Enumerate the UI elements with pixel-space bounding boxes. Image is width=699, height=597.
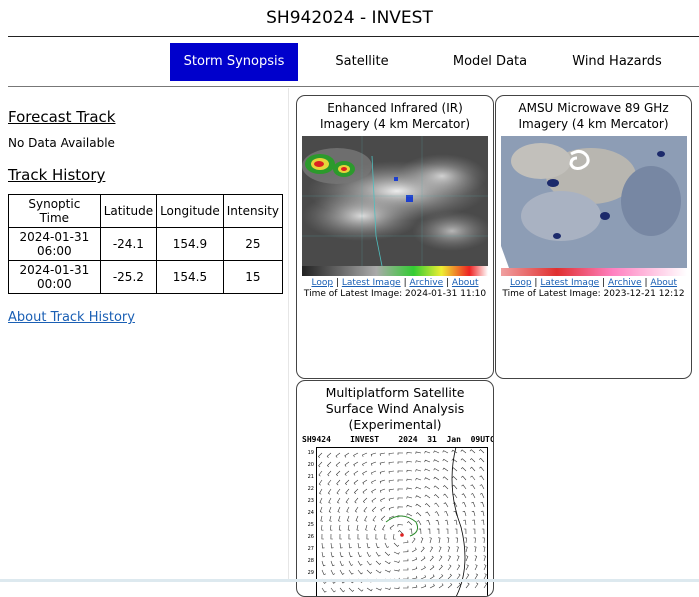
ir-loop-link[interactable]: Loop (311, 278, 333, 288)
table-cell: -25.2 (99, 260, 158, 294)
nav-tabs: Storm Synopsis Satellite Model Data Wind… (0, 43, 699, 81)
track-history-heading: Track History (8, 166, 106, 184)
tab-model-data[interactable]: Model Data (445, 43, 535, 81)
mw-latest-time: Time of Latest Image: 2023-12-21 12:12 (502, 289, 685, 299)
table-row: 2024-01-31 06:00 -24.1 154.9 25 (8, 227, 284, 261)
microwave-satellite-image[interactable] (500, 136, 687, 276)
column-divider (288, 88, 289, 582)
tab-wind-hazards[interactable]: Wind Hazards (568, 43, 666, 81)
y-tick: 24 (307, 510, 314, 516)
page-title: SH942024 - INVEST (266, 8, 433, 28)
header-divider (8, 36, 699, 37)
column-header: Intensity (222, 194, 284, 228)
table-cell: 2024-01-31 06:00 (8, 227, 101, 261)
ir-imagery-card: Enhanced Infrared (IR) Imagery (4 km Mer… (296, 95, 494, 379)
y-tick: 25 (307, 522, 314, 528)
table-cell: 2024-01-31 00:00 (8, 260, 101, 294)
table-cell: 154.9 (156, 227, 224, 261)
table-cell: 25 (222, 227, 284, 261)
tab-satellite[interactable]: Satellite (320, 43, 404, 81)
column-header: Longitude (156, 194, 224, 228)
wind-plot-header: SH9424 INVEST 2024 31 Jan 09UTC (302, 435, 494, 444)
table-row: 2024-01-31 00:00 -25.2 154.5 15 (8, 260, 284, 294)
wind-analysis-image[interactable]: SH9424 INVEST 2024 31 Jan 09UTC 19 20 21… (302, 435, 494, 596)
mw-links: Loop | Latest Image | Archive | About (509, 278, 678, 288)
wind-card-title: Multiplatform Satellite Surface Wind Ana… (325, 385, 465, 432)
tab-storm-synopsis[interactable]: Storm Synopsis (170, 43, 298, 81)
mw-card-title: AMSU Microwave 89 GHz Imagery (4 km Merc… (518, 101, 669, 131)
column-header: Synoptic Time (8, 194, 101, 228)
y-tick: 29 (307, 570, 314, 576)
ir-latest-image-link[interactable]: Latest Image (342, 278, 401, 288)
ir-card-title: Enhanced Infrared (IR) Imagery (4 km Mer… (319, 101, 471, 131)
y-tick: 27 (307, 546, 314, 552)
ir-about-link[interactable]: About (452, 278, 479, 288)
y-tick: 21 (307, 474, 314, 480)
ir-links: Loop | Latest Image | Archive | About (311, 278, 479, 288)
mw-about-link[interactable]: About (650, 278, 677, 288)
y-tick: 26 (307, 534, 314, 540)
column-header: Latitude (99, 194, 158, 228)
y-tick: 19 (307, 450, 314, 456)
y-tick: 20 (307, 462, 314, 468)
mw-latest-image-link[interactable]: Latest Image (540, 278, 599, 288)
wind-analysis-card: Multiplatform Satellite Surface Wind Ana… (296, 380, 494, 597)
table-cell: 154.5 (156, 260, 224, 294)
wind-barb-field (316, 447, 488, 596)
y-tick: 28 (307, 558, 314, 564)
forecast-track-heading: Forecast Track (8, 108, 116, 126)
wind-plot-y-axis: 19 20 21 22 23 24 25 26 27 28 29 (302, 447, 314, 596)
mw-loop-link[interactable]: Loop (510, 278, 532, 288)
ir-archive-link[interactable]: Archive (409, 278, 443, 288)
ir-latest-time: Time of Latest Image: 2024-01-31 11:10 (303, 289, 487, 299)
synopsis-panel: Forecast Track No Data Available Track H… (8, 100, 284, 325)
table-cell: -24.1 (99, 227, 158, 261)
table-header-row: Synoptic Time Latitude Longitude Intensi… (8, 194, 284, 228)
y-tick: 22 (307, 486, 314, 492)
mw-archive-link[interactable]: Archive (608, 278, 642, 288)
about-track-history-link[interactable]: About Track History (8, 310, 135, 325)
nav-divider (8, 86, 699, 87)
microwave-imagery-card: AMSU Microwave 89 GHz Imagery (4 km Merc… (495, 95, 692, 379)
y-tick: 23 (307, 498, 314, 504)
forecast-track-message: No Data Available (8, 136, 115, 150)
track-history-table: Synoptic Time Latitude Longitude Intensi… (8, 194, 284, 294)
ir-satellite-image[interactable] (302, 136, 488, 276)
table-cell: 15 (222, 260, 284, 294)
